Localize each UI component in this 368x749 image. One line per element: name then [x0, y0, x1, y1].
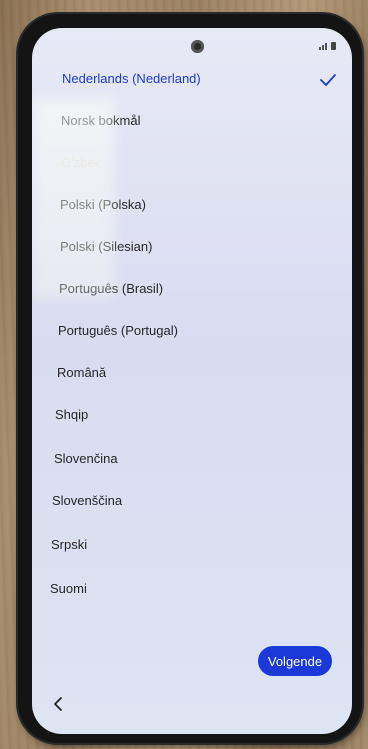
language-option[interactable]: Suomi	[50, 574, 87, 604]
language-option[interactable]: Slovenčina	[54, 444, 118, 474]
next-button[interactable]: Volgende	[258, 646, 332, 676]
back-chevron-icon[interactable]	[46, 692, 70, 716]
language-option[interactable]: Srpski	[51, 530, 87, 560]
status-bar	[319, 42, 336, 50]
language-option[interactable]: Português (Brasil)	[59, 274, 163, 304]
signal-icon	[319, 43, 327, 50]
language-option[interactable]: Slovenščina	[52, 486, 122, 516]
language-option[interactable]: Shqip	[55, 400, 88, 430]
language-option[interactable]: Română	[57, 358, 106, 388]
battery-icon	[331, 42, 336, 50]
check-icon	[320, 74, 336, 86]
language-option[interactable]: O'zbek	[61, 148, 101, 178]
language-option[interactable]: Português (Portugal)	[58, 316, 178, 346]
language-option[interactable]: Norsk bokmål	[61, 106, 140, 136]
front-camera-icon	[191, 40, 204, 53]
language-selection-screen: Nederlands (Nederland) Norsk bokmål O'zb…	[32, 28, 352, 734]
language-option-selected[interactable]: Nederlands (Nederland)	[62, 64, 201, 94]
language-option[interactable]: Polski (Polska)	[60, 190, 146, 220]
language-option[interactable]: Polski (Silesian)	[60, 232, 152, 262]
